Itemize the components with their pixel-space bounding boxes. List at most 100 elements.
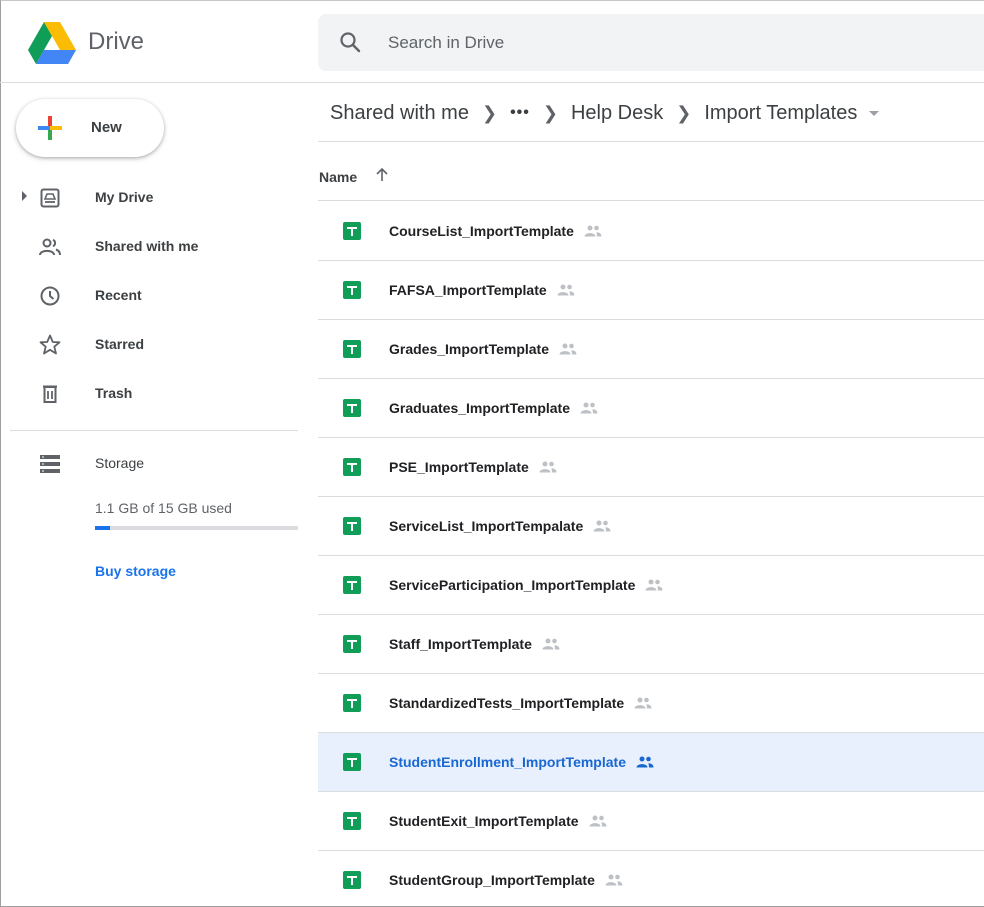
file-name: PSE_ImportTemplate xyxy=(389,459,557,475)
trash-icon xyxy=(43,385,57,403)
google-sheets-icon xyxy=(343,694,361,712)
file-row[interactable]: Grades_ImportTemplate xyxy=(318,320,984,379)
google-sheets-icon xyxy=(343,871,361,889)
file-name-text: StandardizedTests_ImportTemplate xyxy=(389,695,625,711)
sort-ascending-arrow-icon[interactable] xyxy=(374,167,390,183)
shared-people-icon xyxy=(605,874,623,886)
file-name-text: ServiceParticipation_ImportTemplate xyxy=(389,577,636,593)
shared-people-icon xyxy=(557,284,575,296)
plus-icon xyxy=(38,116,62,140)
file-name-text: StudentExit_ImportTemplate xyxy=(389,813,579,829)
file-name: FAFSA_ImportTemplate xyxy=(389,282,575,298)
search-input[interactable]: Search in Drive xyxy=(388,33,504,53)
star-icon xyxy=(39,334,61,355)
file-name-text: ServiceList_ImportTempalate xyxy=(389,518,584,534)
search-bar[interactable]: Search in Drive xyxy=(318,14,984,71)
file-name-text: StudentEnrollment_ImportTemplate xyxy=(389,754,626,770)
new-button-label: New xyxy=(91,119,122,136)
breadcrumb-more-button[interactable]: ••• xyxy=(510,104,530,122)
shared-people-icon xyxy=(559,343,577,355)
google-sheets-icon xyxy=(343,458,361,476)
file-row[interactable]: ServiceParticipation_ImportTemplate xyxy=(318,556,984,615)
file-name: StudentExit_ImportTemplate xyxy=(389,813,607,829)
sidebar-item-shared-with-me[interactable]: Shared with me xyxy=(0,224,300,270)
sidebar-item-label: Storage xyxy=(95,455,145,471)
google-sheets-icon xyxy=(343,635,361,653)
chevron-right-icon: ❯ xyxy=(481,102,498,123)
file-name: CourseList_ImportTemplate xyxy=(389,223,602,239)
file-list-header: Name xyxy=(318,142,984,201)
file-row[interactable]: FAFSA_ImportTemplate xyxy=(318,261,984,320)
sidebar-item-label: My Drive xyxy=(95,189,154,205)
file-name: StudentEnrollment_ImportTemplate xyxy=(389,754,654,770)
sidebar-item-label: Recent xyxy=(95,287,142,303)
chevron-right-icon: ❯ xyxy=(542,102,558,123)
shared-people-icon xyxy=(593,520,611,532)
file-row[interactable]: StudentGroup_ImportTemplate xyxy=(318,851,984,907)
file-row[interactable]: Graduates_ImportTemplate xyxy=(318,379,984,438)
shared-people-icon xyxy=(584,225,602,237)
file-name: ServiceList_ImportTempalate xyxy=(389,518,611,534)
file-name-text: Grades_ImportTemplate xyxy=(389,341,550,357)
sidebar-item-recent[interactable]: Recent xyxy=(0,273,300,319)
file-row[interactable]: StudentExit_ImportTemplate xyxy=(318,792,984,851)
file-name: Graduates_ImportTemplate xyxy=(389,400,598,416)
google-sheets-icon xyxy=(343,753,361,771)
google-sheets-icon xyxy=(343,576,361,594)
breadcrumb-item-help-desk[interactable]: Help Desk xyxy=(571,102,663,125)
file-row[interactable]: StandardizedTests_ImportTemplate xyxy=(318,674,984,733)
sidebar-item-starred[interactable]: Starred xyxy=(0,322,300,368)
buy-storage-link[interactable]: Buy storage xyxy=(95,563,176,579)
google-sheets-icon xyxy=(343,281,361,299)
file-name: StandardizedTests_ImportTemplate xyxy=(389,695,652,711)
shared-people-icon xyxy=(539,461,557,473)
chevron-right-icon: ❯ xyxy=(676,102,692,123)
top-bar: Drive Search in Drive xyxy=(0,0,984,83)
folder-menu-dropdown-icon[interactable] xyxy=(869,110,880,116)
google-sheets-icon xyxy=(343,340,361,358)
breadcrumb: Shared with me ❯ ••• ❯ Help Desk ❯ Impor… xyxy=(330,98,880,128)
storage-progress-bar xyxy=(95,526,298,530)
google-sheets-icon xyxy=(343,222,361,240)
breadcrumb-item-current-folder[interactable]: Import Templates xyxy=(704,102,857,125)
file-name-text: PSE_ImportTemplate xyxy=(389,459,529,475)
sidebar-item-label: Shared with me xyxy=(95,238,199,254)
storage-progress-fill xyxy=(95,526,110,530)
sidebar-item-label: Trash xyxy=(95,385,133,401)
file-name-text: Graduates_ImportTemplate xyxy=(389,400,571,416)
expand-caret-icon[interactable] xyxy=(22,191,27,201)
file-row[interactable]: CourseList_ImportTemplate xyxy=(318,202,984,261)
google-sheets-icon xyxy=(343,517,361,535)
sidebar-divider xyxy=(10,430,298,431)
file-name: StudentGroup_ImportTemplate xyxy=(389,872,623,888)
shared-people-icon xyxy=(542,638,560,650)
shared-people-icon xyxy=(636,756,654,768)
google-sheets-icon xyxy=(343,399,361,417)
app-name[interactable]: Drive xyxy=(88,28,144,56)
sidebar-item-trash[interactable]: Trash xyxy=(0,371,300,417)
file-row[interactable]: Staff_ImportTemplate xyxy=(318,615,984,674)
my-drive-icon xyxy=(40,188,60,208)
sidebar-item-my-drive[interactable]: My Drive xyxy=(0,175,300,221)
sidebar-item-storage[interactable]: Storage xyxy=(0,441,300,487)
search-icon[interactable] xyxy=(338,30,362,54)
shared-people-icon xyxy=(580,402,598,414)
file-name: Staff_ImportTemplate xyxy=(389,636,560,652)
shared-people-icon xyxy=(634,697,652,709)
breadcrumb-item-shared-with-me[interactable]: Shared with me xyxy=(330,102,469,125)
recent-icon xyxy=(40,286,60,306)
file-name-text: Staff_ImportTemplate xyxy=(389,636,532,652)
google-sheets-icon xyxy=(343,812,361,830)
drive-logo-icon[interactable] xyxy=(28,22,76,64)
file-name-text: CourseList_ImportTemplate xyxy=(389,223,574,239)
file-row[interactable]: PSE_ImportTemplate xyxy=(318,438,984,497)
file-name: Grades_ImportTemplate xyxy=(389,341,577,357)
name-column-header[interactable]: Name xyxy=(319,169,357,185)
sidebar-item-label: Starred xyxy=(95,336,145,352)
file-name-text: StudentGroup_ImportTemplate xyxy=(389,872,595,888)
file-row[interactable]: ServiceList_ImportTempalate xyxy=(318,497,984,556)
storage-usage-text: 1.1 GB of 15 GB used xyxy=(95,500,232,516)
new-button[interactable]: New xyxy=(16,99,164,157)
shared-people-icon xyxy=(645,579,663,591)
file-row[interactable]: StudentEnrollment_ImportTemplate xyxy=(318,733,984,792)
